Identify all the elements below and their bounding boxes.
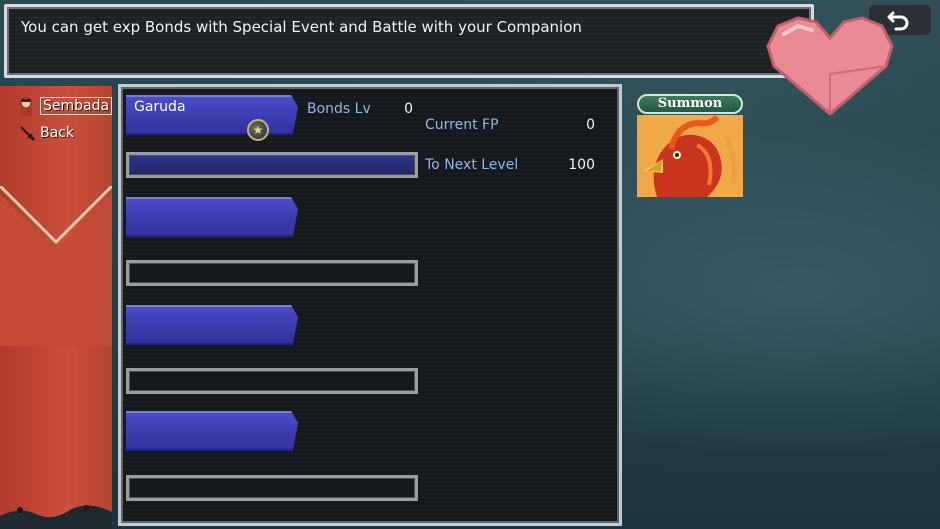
bond-bar bbox=[126, 368, 418, 394]
summon-label: Summon bbox=[657, 96, 723, 111]
ribbon-burn-edge bbox=[0, 505, 112, 529]
bond-bar bbox=[126, 475, 418, 501]
sidebar-item-label: Back bbox=[40, 125, 74, 141]
companion-row-garuda[interactable]: Garuda bbox=[126, 95, 298, 135]
current-fp-label: Current FP bbox=[425, 117, 499, 133]
sidebar-item-sembada[interactable]: Sembada bbox=[16, 96, 113, 116]
companion-list: Garuda ★ Bonds Lv 0 Current FP 0 To Next… bbox=[121, 87, 619, 523]
companion-list-panel: Garuda ★ Bonds Lv 0 Current FP 0 To Next… bbox=[118, 84, 622, 526]
bond-bar-fill bbox=[130, 156, 414, 174]
bonds-lv-value: 0 bbox=[404, 101, 413, 117]
to-next-level-value: 100 bbox=[568, 157, 595, 173]
sidebar-item-label: Sembada bbox=[40, 97, 113, 115]
companion-row-empty[interactable] bbox=[126, 197, 298, 237]
phoenix-portrait-icon bbox=[637, 115, 743, 197]
companion-name: Garuda bbox=[134, 99, 186, 115]
message-box: You can get exp Bonds with Special Event… bbox=[7, 7, 811, 75]
bond-bar bbox=[126, 260, 418, 286]
sword-icon bbox=[20, 126, 36, 142]
summon-button[interactable]: Summon bbox=[637, 94, 743, 114]
message-bar: You can get exp Bonds with Special Event… bbox=[4, 4, 814, 78]
current-fp-value: 0 bbox=[586, 117, 595, 133]
sidebar-item-back[interactable]: Back bbox=[18, 124, 74, 142]
ribbon-chevron bbox=[0, 186, 112, 346]
companion-portrait bbox=[637, 115, 743, 197]
companion-row-empty[interactable] bbox=[126, 411, 298, 451]
to-next-level-label: To Next Level bbox=[425, 157, 519, 173]
character-icon bbox=[20, 97, 32, 116]
message-text: You can get exp Bonds with Special Event… bbox=[21, 18, 582, 36]
bonds-lv-label: Bonds Lv bbox=[307, 101, 371, 117]
star-badge-icon: ★ bbox=[247, 119, 269, 141]
bond-bar bbox=[126, 152, 418, 178]
heart-icon bbox=[764, 14, 896, 118]
companion-row-empty[interactable] bbox=[126, 305, 298, 345]
side-ribbon bbox=[0, 86, 112, 529]
